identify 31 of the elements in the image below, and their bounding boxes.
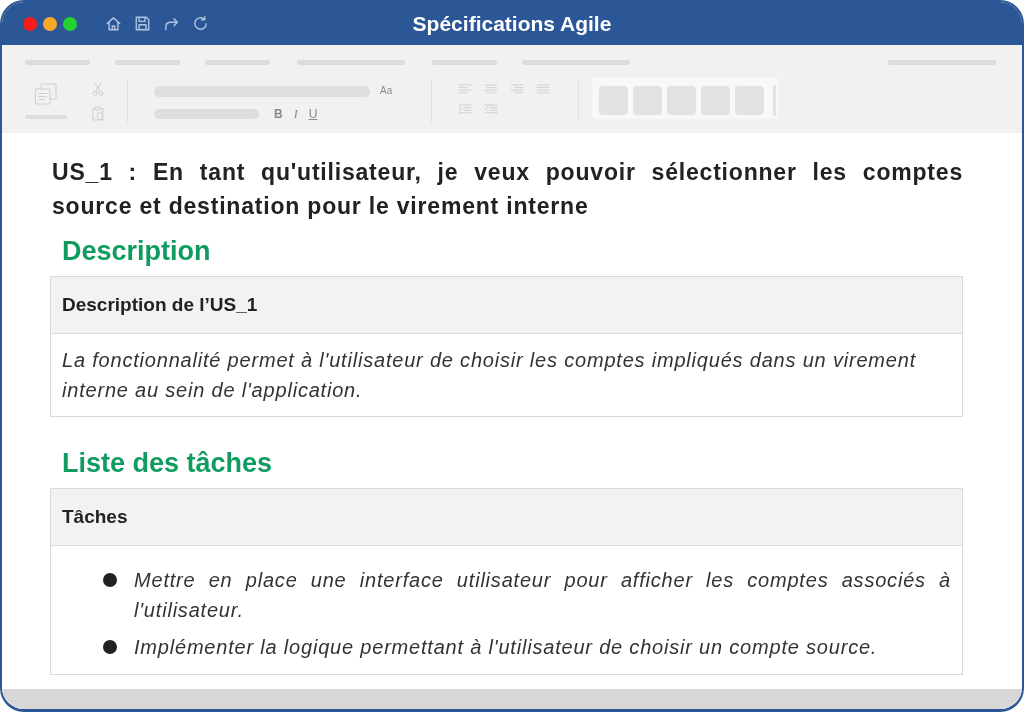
task-text: Implémenter la logique permettant à l'utilisateur de choisir un compte source. xyxy=(134,635,879,660)
user-story-heading: US_1 : En tant qu'utilisateur, je veux pouvoir sélectionner les comptes source et destination pour le virement interne xyxy=(52,158,963,221)
outdent-icon[interactable] xyxy=(484,104,498,114)
justify-icon[interactable] xyxy=(536,84,550,94)
copy-icon[interactable] xyxy=(35,83,57,105)
underline-button[interactable]: U xyxy=(308,108,318,120)
bold-button[interactable]: B xyxy=(274,108,283,120)
section-title: Description xyxy=(62,235,212,268)
italic-button[interactable]: I xyxy=(293,108,298,120)
close-button[interactable] xyxy=(23,16,37,31)
align-left-icon[interactable] xyxy=(458,84,472,94)
bullet-icon xyxy=(103,573,117,587)
align-right-icon[interactable] xyxy=(510,84,524,94)
scissors-icon[interactable] xyxy=(92,82,104,96)
clipboard-icon[interactable] xyxy=(92,106,104,121)
window-title: Spécifications Agile xyxy=(412,10,612,37)
bullet-icon xyxy=(103,640,117,654)
table-header: Description de l’US_1 xyxy=(51,277,962,334)
indent-icon[interactable] xyxy=(458,104,472,114)
maximize-button[interactable] xyxy=(63,16,77,31)
align-center-icon[interactable] xyxy=(484,84,498,94)
table-header: Tâches xyxy=(51,489,962,546)
description-text: La fonctionnalité permet à l'utilisateur de choisir les comptes impliqués dans un virement interne au sein de l'application. xyxy=(61,348,917,403)
section-title: Liste des tâches xyxy=(62,447,274,480)
refresh-icon[interactable] xyxy=(193,16,208,31)
home-icon[interactable] xyxy=(106,16,121,31)
minimize-button[interactable] xyxy=(43,16,57,31)
change-case-button[interactable]: Aa xyxy=(380,85,393,97)
task-text: Mettre en place une interface utilisateur pour afficher les comptes associés à l'utilisateur. xyxy=(134,568,951,623)
save-icon[interactable] xyxy=(135,16,150,31)
redo-icon[interactable] xyxy=(164,16,179,31)
